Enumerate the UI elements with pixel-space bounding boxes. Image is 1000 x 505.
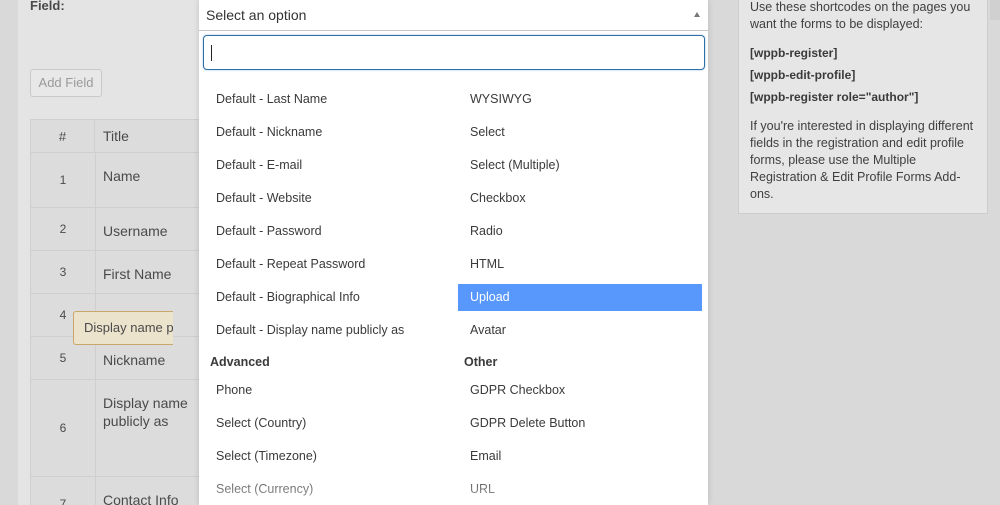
option-gdpr-delete-button[interactable]: GDPR Delete Button (458, 410, 702, 437)
shortcode-edit-profile: [wppb-edit-profile] (750, 68, 856, 82)
option-default-email[interactable]: Default - E-mail (204, 152, 444, 179)
shortcode-register-role: [wppb-register role="author"] (750, 90, 919, 104)
display-name-input[interactable]: Display name p (73, 311, 173, 345)
table-row[interactable]: 6 Display name publicly as (31, 380, 201, 477)
option-url[interactable]: URL (458, 476, 702, 503)
option-avatar[interactable]: Avatar (458, 317, 702, 344)
select-field-type[interactable]: Select an option (199, 0, 708, 31)
shortcodes-intro: Use these shortcodes on the pages you wa… (750, 0, 971, 31)
option-wysiwyg[interactable]: WYSIWYG (458, 86, 702, 113)
option-gdpr-checkbox[interactable]: GDPR Checkbox (458, 377, 702, 404)
option-phone[interactable]: Phone (204, 377, 444, 404)
add-field-button[interactable]: Add Field (30, 69, 102, 97)
option-default-last-name[interactable]: Default - Last Name (204, 86, 444, 113)
table-header: # Title (31, 120, 201, 153)
option-select-timezone[interactable]: Select (Timezone) (204, 443, 444, 470)
group-label-advanced: Advanced (210, 355, 270, 369)
row-number: 3 (59, 265, 67, 279)
dropdown-search-input[interactable] (203, 35, 705, 70)
table-row[interactable]: 7 Contact Info (31, 477, 201, 505)
field-type-dropdown[interactable]: Select an option Default - Last Name Def… (199, 0, 708, 505)
option-select-country[interactable]: Select (Country) (204, 410, 444, 437)
column-header-title[interactable]: Title (103, 120, 129, 153)
row-title: Nickname (103, 352, 166, 368)
shortcodes-note: If you're interested in displaying diffe… (750, 119, 974, 201)
option-select[interactable]: Select (458, 119, 702, 146)
option-html[interactable]: HTML (458, 251, 702, 278)
row-title: Username (103, 223, 168, 239)
row-title: Name (103, 168, 141, 184)
table-row[interactable]: 2 Username (31, 208, 201, 251)
row-number: 1 (59, 173, 67, 187)
group-label-other: Other (464, 355, 498, 369)
option-radio[interactable]: Radio (458, 218, 702, 245)
option-default-repeat-password[interactable]: Default - Repeat Password (204, 251, 444, 278)
table-row[interactable]: 3 First Name (31, 251, 201, 294)
text-cursor (211, 45, 212, 61)
option-default-password[interactable]: Default - Password (204, 218, 444, 245)
option-checkbox[interactable]: Checkbox (458, 185, 702, 212)
option-default-display-name[interactable]: Default - Display name publicly as (204, 317, 444, 344)
row-title: First Name (103, 266, 172, 282)
scroll-edge (990, 0, 1000, 20)
select-placeholder: Select an option (206, 7, 307, 23)
row-number: 7 (59, 497, 67, 505)
option-upload[interactable]: Upload (458, 284, 702, 311)
option-email[interactable]: Email (458, 443, 702, 470)
column-header-number[interactable]: # (31, 120, 95, 153)
row-number: 5 (59, 351, 67, 365)
row-number: 2 (59, 222, 67, 236)
option-select-currency[interactable]: Select (Currency) (204, 476, 444, 503)
shortcode-register: [wppb-register] (750, 46, 838, 60)
row-title: Display name publicly as (103, 395, 188, 429)
row-number: 6 (59, 421, 67, 435)
option-default-biographical-info[interactable]: Default - Biographical Info (204, 284, 444, 311)
option-default-website[interactable]: Default - Website (204, 185, 444, 212)
option-default-nickname[interactable]: Default - Nickname (204, 119, 444, 146)
row-title: Contact Info (103, 492, 179, 505)
table-row[interactable]: 1 Name (31, 153, 201, 208)
field-label: Field: (30, 0, 65, 13)
caret-up-icon[interactable] (694, 12, 700, 17)
option-select-multiple[interactable]: Select (Multiple) (458, 152, 702, 179)
